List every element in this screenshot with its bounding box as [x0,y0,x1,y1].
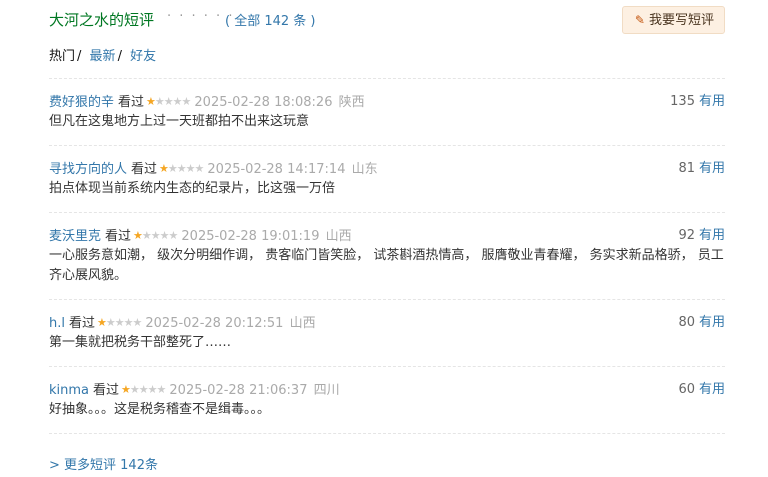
more-comments-link[interactable]: > 更多短评 142条 [49,454,725,473]
star-empty-icon: ★ [154,95,165,108]
comment-item: 麦沃里克 看过 ★★★★★ 2025-02-28 19:01:19 山西 92 有用 一… [49,213,725,300]
star-empty-icon: ★ [156,383,167,396]
total-count-link[interactable]: ( 全部 142 条 ) [225,10,316,29]
comment-time: 2025-02-28 20:12:51 [145,316,284,331]
vote-count: 81 [678,161,695,176]
comment-text: 但凡在这鬼地方上过一天班都拍不出来这玩意 [49,114,310,129]
rating-stars: ★★★★★ [159,159,205,179]
star-empty-icon: ★ [194,162,205,175]
vote-count: 60 [678,382,695,397]
comment-user-link[interactable]: 费好狠的辛 [49,95,114,110]
comment-item: 寻找方向的人 看过 ★★★★★ 2025-02-28 14:17:14 山东 81 有用… [49,146,725,213]
filter-separator: / [117,49,122,64]
comment-text: 第一集就把税务干部整死了…… [49,335,232,350]
vote-area: 60 有用 [678,380,725,400]
useful-button[interactable]: 有用 [699,382,725,397]
comment-time: 2025-02-28 21:06:37 [169,383,308,398]
vote-count: 80 [678,315,695,330]
star-empty-icon: ★ [163,95,174,108]
star-empty-icon: ★ [150,229,161,242]
filter-friends[interactable]: 好友 [130,49,156,64]
rating-stars: ★★★★★ [146,92,192,112]
star-empty-icon: ★ [138,383,149,396]
useful-button[interactable]: 有用 [699,228,725,243]
comment-text: 好抽象。。。这是税务稽查不是缉毒。。。 [49,402,271,417]
vote-area: 81 有用 [678,159,725,179]
watched-status: 看过 [118,95,145,110]
watched-status: 看过 [68,316,95,331]
star-filled-icon: ★ [146,95,156,108]
vote-count: 135 [670,94,695,109]
star-empty-icon: ★ [176,162,187,175]
star-filled-icon: ★ [121,383,131,396]
watched-status: 看过 [105,229,132,244]
filter-separator: / [77,49,82,64]
star-empty-icon: ★ [167,162,178,175]
comment-location: 陕西 [338,95,365,110]
star-empty-icon: ★ [141,229,152,242]
useful-button[interactable]: 有用 [699,315,725,330]
vote-area: 135 有用 [670,92,725,112]
comment-user-link[interactable]: 寻找方向的人 [49,162,127,177]
comment-item: kinma 看过 ★★★★★ 2025-02-28 21:06:37 四川 60 有用 … [49,367,725,434]
comment-time: 2025-02-28 19:01:19 [181,229,320,244]
comment-meta: 费好狠的辛 看过 ★★★★★ 2025-02-28 18:08:26 陕西 [49,79,725,112]
comments-section: 大河之水的短评 · · · · · · ( 全部 142 条 ) ✎ 我要写短评 … [49,0,725,473]
watched-status: 看过 [131,162,158,177]
star-filled-icon: ★ [159,162,169,175]
comment-item: h.l 看过 ★★★★★ 2025-02-28 20:12:51 山西 80 有用 第一… [49,300,725,367]
watched-status: 看过 [93,383,120,398]
section-title: 大河之水的短评 [49,11,155,29]
comment-meta: h.l 看过 ★★★★★ 2025-02-28 20:12:51 山西 [49,300,725,333]
comment-user-link[interactable]: 麦沃里克 [49,229,101,244]
comment-text: 拍点体现当前系统内生态的纪录片，比这强一万倍 [49,181,336,196]
write-comment-label: 我要写短评 [648,13,714,28]
sort-filters: 热门 / 最新 / 好友 [49,45,725,65]
rating-stars: ★★★★★ [133,226,179,246]
vote-count: 92 [678,228,695,243]
comment-meta: 寻找方向的人 看过 ★★★★★ 2025-02-28 14:17:14 山东 [49,146,725,179]
star-empty-icon: ★ [147,383,158,396]
write-comment-button[interactable]: ✎ 我要写短评 [621,6,725,34]
star-empty-icon: ★ [185,162,196,175]
comment-time: 2025-02-28 14:17:14 [207,162,346,177]
comment-user-link[interactable]: kinma [49,383,89,398]
section-header: 大河之水的短评 · · · · · · ( 全部 142 条 ) ✎ 我要写短评 [49,6,725,36]
comment-location: 山西 [325,229,352,244]
comment-meta: 麦沃里克 看过 ★★★★★ 2025-02-28 19:01:19 山西 [49,213,725,246]
comment-location: 山西 [289,316,316,331]
star-empty-icon: ★ [123,316,134,329]
star-empty-icon: ★ [181,95,192,108]
star-empty-icon: ★ [168,229,179,242]
pencil-icon: ✎ [634,13,645,27]
star-empty-icon: ★ [159,229,170,242]
vote-area: 92 有用 [678,226,725,246]
star-empty-icon: ★ [129,383,140,396]
comment-text: 一心服务意如潮， 级次分明细作调， 贵客临门皆笑脸， 试茶斟酒热情高， 服膺敬业… [49,248,724,283]
star-filled-icon: ★ [133,229,143,242]
rating-stars: ★★★★★ [121,380,167,400]
filter-hot[interactable]: 热门 [49,49,75,64]
star-empty-icon: ★ [172,95,183,108]
rating-stars: ★★★★★ [97,313,143,333]
comment-item: 费好狠的辛 看过 ★★★★★ 2025-02-28 18:08:26 陕西 135 有用… [49,79,725,146]
comment-time: 2025-02-28 18:08:26 [194,95,333,110]
comment-location: 四川 [313,383,340,398]
comment-location: 山东 [351,162,378,177]
comment-list: 费好狠的辛 看过 ★★★★★ 2025-02-28 18:08:26 陕西 135 有用… [49,79,725,434]
star-empty-icon: ★ [132,316,143,329]
star-empty-icon: ★ [105,316,116,329]
comment-user-link[interactable]: h.l [49,316,65,331]
useful-button[interactable]: 有用 [699,161,725,176]
vote-area: 80 有用 [678,313,725,333]
star-empty-icon: ★ [114,316,125,329]
filter-latest[interactable]: 最新 [90,49,116,64]
comment-meta: kinma 看过 ★★★★★ 2025-02-28 21:06:37 四川 [49,367,725,400]
useful-button[interactable]: 有用 [699,94,725,109]
star-filled-icon: ★ [97,316,107,329]
